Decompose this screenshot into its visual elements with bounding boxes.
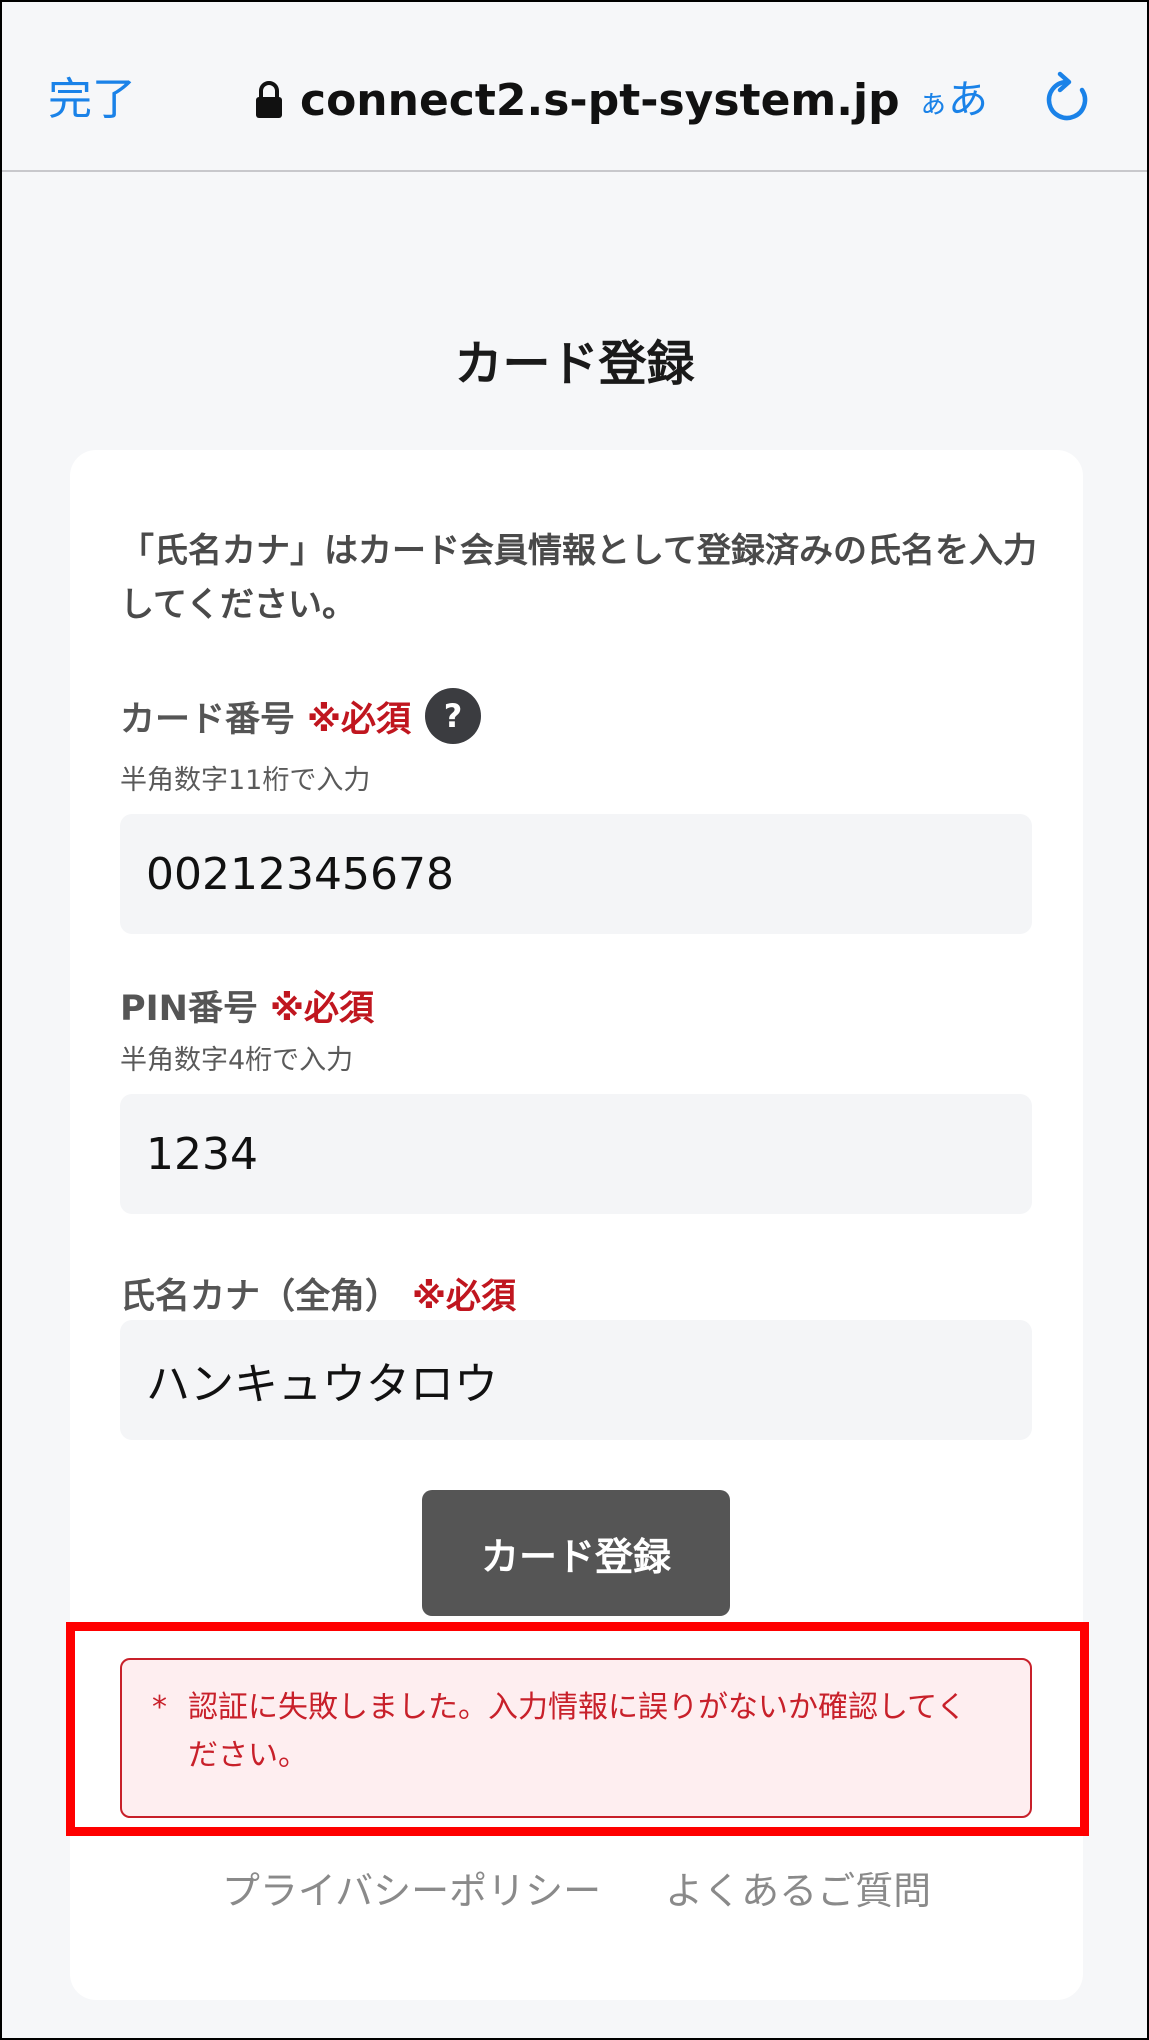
pin-hint: 半角数字4桁で入力	[120, 1045, 354, 1076]
card-number-input[interactable]	[146, 848, 1006, 900]
registration-card: 「氏名カナ」はカード会員情報として登録済みの氏名を入力してください。 カード番号…	[66, 450, 1089, 2000]
url-text: connect2.s-pt-system.jp	[300, 74, 900, 126]
text-size-button[interactable]: ぁあ	[918, 72, 988, 132]
faq-link[interactable]: よくあるご質問	[665, 1860, 931, 1915]
name-kana-field-wrap	[120, 1320, 1032, 1440]
card-number-hint: 半角数字11桁で入力	[120, 765, 371, 796]
reload-icon[interactable]	[1042, 70, 1094, 126]
pin-label: PIN番号	[120, 989, 258, 1029]
card-number-label: カード番号	[120, 699, 296, 740]
card-number-field-wrap	[120, 814, 1032, 934]
page-title: カード登録	[454, 336, 695, 392]
pin-label-row: PIN番号 ※必須	[120, 980, 374, 1031]
footer-links: プライバシーポリシー よくあるご質問	[70, 1860, 1083, 1915]
required-mark: ※必須	[269, 989, 374, 1029]
card-register-button[interactable]: カード登録	[422, 1490, 730, 1616]
screenshot-frame: 完了 connect2.s-pt-system.jp ぁあ カード登録 「氏名カ…	[0, 0, 1149, 2040]
name-kana-label-row: 氏名カナ（全角） ※必須	[120, 1268, 516, 1319]
help-icon[interactable]: ?	[425, 688, 482, 744]
name-kana-input[interactable]	[146, 1354, 1006, 1406]
pin-input[interactable]	[146, 1128, 1006, 1180]
pin-field-wrap	[120, 1094, 1032, 1214]
privacy-policy-link[interactable]: プライバシーポリシー	[222, 1860, 601, 1915]
text-size-label: あ	[948, 77, 988, 123]
card-number-label-row: カード番号 ※必須 ?	[120, 688, 482, 744]
lock-icon	[256, 81, 282, 118]
text-size-small-label: ぁ	[918, 86, 948, 121]
name-kana-label: 氏名カナ（全角）	[120, 1277, 401, 1317]
intro-text: 「氏名カナ」はカード会員情報として登録済みの氏名を入力してください。	[120, 531, 1037, 625]
error-marker: *	[152, 1690, 167, 1725]
required-mark: ※必須	[412, 1277, 517, 1317]
address-bar[interactable]: connect2.s-pt-system.jp	[254, 70, 900, 130]
browser-toolbar: 完了 connect2.s-pt-system.jp ぁあ	[2, 2, 1147, 172]
done-button[interactable]: 完了	[48, 72, 136, 128]
error-message: 認証に失敗しました。入力情報に誤りがないか確認してください。	[188, 1690, 967, 1773]
error-message-box: * 認証に失敗しました。入力情報に誤りがないか確認してください。	[120, 1658, 1032, 1818]
required-mark: ※必須	[307, 699, 412, 740]
